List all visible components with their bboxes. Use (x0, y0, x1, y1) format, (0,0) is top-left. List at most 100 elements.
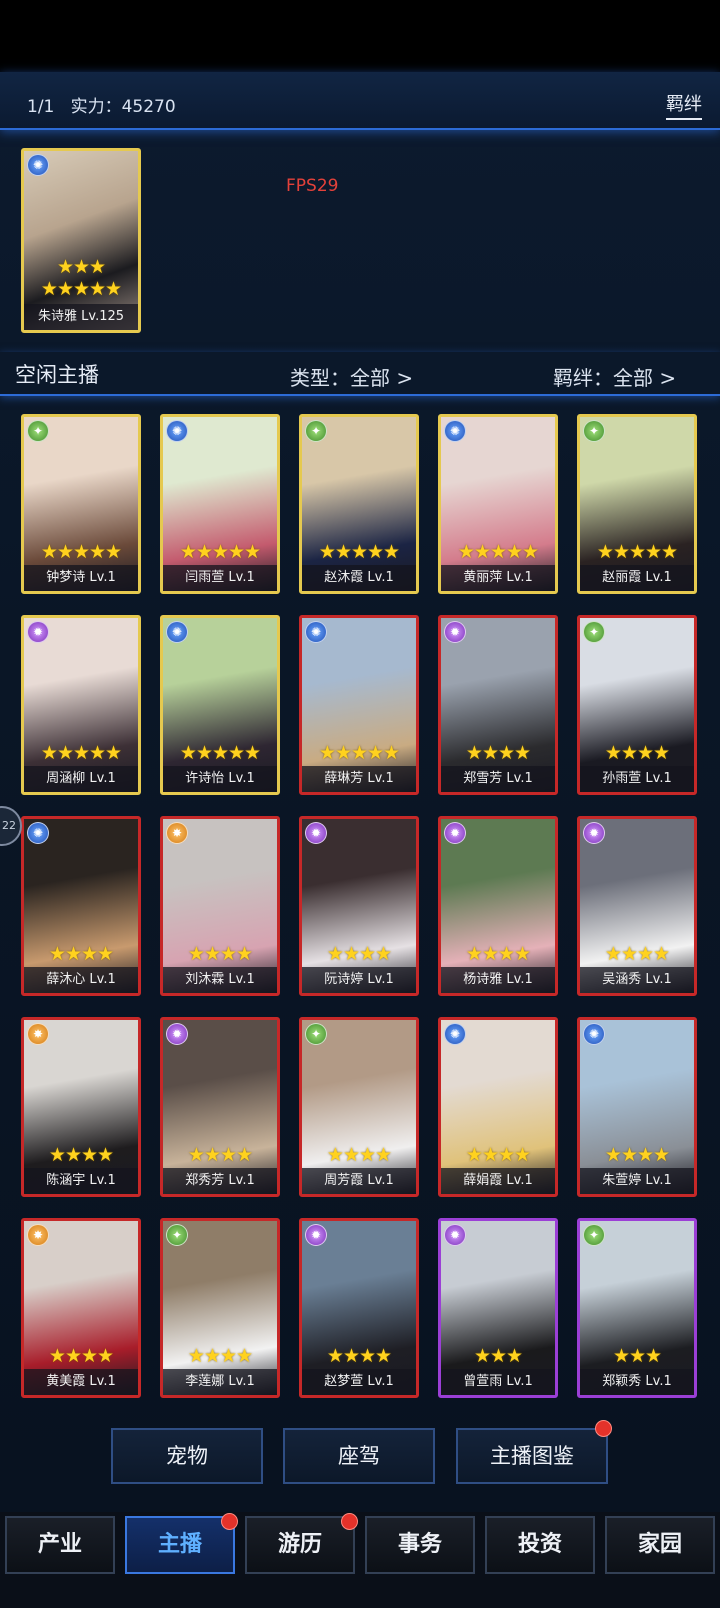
anchor-name-level: 李莲娜 Lv.1 (163, 1369, 277, 1395)
element-badge-icon: ✦ (583, 621, 605, 643)
element-badge-icon: ✹ (444, 1224, 466, 1246)
star-rating: ★★★ (612, 1345, 662, 1367)
nav-invest[interactable]: 投资 (485, 1516, 595, 1574)
bond-filter-dropdown[interactable]: 羁绊：全部 > (553, 362, 676, 391)
anchor-card[interactable]: ✦ ★★★ 郑颖秀 Lv.1 (577, 1218, 697, 1398)
anchor-card[interactable]: ✹ ★★★ 曾萱雨 Lv.1 (438, 1218, 558, 1398)
element-badge-icon: ✺ (444, 420, 466, 442)
anchor-card[interactable]: ✺ ★★★★★ 薛琳芳 Lv.1 (299, 615, 419, 795)
star-rating: ★★★★★ (179, 541, 261, 563)
anchor-name-level: 闫雨萱 Lv.1 (163, 565, 277, 591)
anchor-card[interactable]: ✹ ★★★★ 郑雪芳 Lv.1 (438, 615, 558, 795)
nav-industry[interactable]: 产业 (5, 1516, 115, 1574)
featured-anchor-card[interactable]: ✺ ★★★ ★★★★★ 朱诗雅 Lv.125 (21, 148, 141, 333)
star-rating: ★★★★ (326, 943, 392, 965)
anchor-card[interactable]: ✹ ★★★★ 吴涵秀 Lv.1 (577, 816, 697, 996)
element-badge-icon: ✺ (444, 1023, 466, 1045)
type-filter-dropdown[interactable]: 类型：全部 > (290, 362, 413, 391)
anchor-name-level: 郑颖秀 Lv.1 (580, 1369, 694, 1395)
nav-travel[interactable]: 游历 (245, 1516, 355, 1574)
anchor-card[interactable]: ✹ ★★★★ 阮诗婷 Lv.1 (299, 816, 419, 996)
anchor-name-level: 赵沐霞 Lv.1 (302, 565, 416, 591)
element-badge-icon: ✦ (166, 1224, 188, 1246)
featured-name: 朱诗雅 (37, 309, 77, 324)
featured-level: Lv.125 (81, 309, 125, 324)
anchor-card[interactable]: ✸ ★★★★ 刘沐霖 Lv.1 (160, 816, 280, 996)
power-label: 实力： (70, 97, 122, 117)
anchor-name-level: 阮诗婷 Lv.1 (302, 967, 416, 993)
element-badge-icon: ✺ (166, 621, 188, 643)
anchor-name-level: 薛娟霞 Lv.1 (441, 1168, 555, 1194)
anchor-card[interactable]: ✺ ★★★★★ 黄丽萍 Lv.1 (438, 414, 558, 594)
element-badge-icon: ✦ (305, 1023, 327, 1045)
status-area (0, 0, 720, 72)
star-rating: ★★★★ (187, 1345, 253, 1367)
star-rating: ★★★★ (48, 943, 114, 965)
anchor-card[interactable]: ✺ ★★★★★ 许诗怡 Lv.1 (160, 615, 280, 795)
star-rating: ★★★★ (465, 1144, 531, 1166)
anchor-name-level: 刘沐霖 Lv.1 (163, 967, 277, 993)
pet-button[interactable]: 宠物 (111, 1428, 263, 1484)
anchor-card[interactable]: ✺ ★★★★ 薛娟霞 Lv.1 (438, 1017, 558, 1197)
anchor-name-level: 钟梦诗 Lv.1 (24, 565, 138, 591)
star-rating: ★★★★ (187, 943, 253, 965)
anchor-name-level: 薛琳芳 Lv.1 (302, 766, 416, 792)
anchor-name-level: 许诗怡 Lv.1 (163, 766, 277, 792)
anchor-name-level: 郑秀芳 Lv.1 (163, 1168, 277, 1194)
anchor-card[interactable]: ✦ ★★★★ 孙雨萱 Lv.1 (577, 615, 697, 795)
nav-affairs[interactable]: 事务 (365, 1516, 475, 1574)
anchor-card[interactable]: ✹ ★★★★ 郑秀芳 Lv.1 (160, 1017, 280, 1197)
anchor-card[interactable]: ✺ ★★★★ 薛沐心 Lv.1 (21, 816, 141, 996)
element-badge-icon: ✹ (444, 822, 466, 844)
element-badge-icon: ✹ (27, 621, 49, 643)
anchor-card[interactable]: ✦ ★★★★★ 赵沐霞 Lv.1 (299, 414, 419, 594)
element-badge-icon: ✦ (305, 420, 327, 442)
anchor-card[interactable]: ✦ ★★★★ 李莲娜 Lv.1 (160, 1218, 280, 1398)
anchor-card[interactable]: ✦ ★★★★★ 赵丽霞 Lv.1 (577, 414, 697, 594)
anchor-name-level: 黄美霞 Lv.1 (24, 1369, 138, 1395)
star-rating: ★★★★ (604, 943, 670, 965)
mount-button[interactable]: 座驾 (283, 1428, 435, 1484)
star-rating: ★★★★ (465, 742, 531, 764)
header-summary: 1/1 实力：45270 (27, 92, 176, 117)
element-badge-icon: ✹ (444, 621, 466, 643)
idle-anchors-label: 空闲主播 (15, 363, 99, 387)
anchor-card[interactable]: ✹ ★★★★ 赵梦萱 Lv.1 (299, 1218, 419, 1398)
bond-link[interactable]: 羁绊 (666, 90, 702, 120)
anchor-card[interactable]: ✹ ★★★★★ 周涵柳 Lv.1 (21, 615, 141, 795)
anchor-name-level: 周芳霞 Lv.1 (302, 1168, 416, 1194)
anchor-gallery-button[interactable]: 主播图鉴 (456, 1428, 608, 1484)
anchor-card[interactable]: ✺ ★★★★ 朱萱婷 Lv.1 (577, 1017, 697, 1197)
gallery-notification-dot (595, 1420, 612, 1437)
anchor-card[interactable]: ✹ ★★★★ 杨诗雅 Lv.1 (438, 816, 558, 996)
anchor-card[interactable]: ✸ ★★★★ 黄美霞 Lv.1 (21, 1218, 141, 1398)
element-badge-icon: ✺ (583, 1023, 605, 1045)
anchor-card[interactable]: ✦ ★★★★ 周芳霞 Lv.1 (299, 1017, 419, 1197)
anchor-name-level: 郑雪芳 Lv.1 (441, 766, 555, 792)
element-badge-icon: ✸ (166, 822, 188, 844)
star-rating: ★★★★ (604, 742, 670, 764)
star-rating: ★★★★ (326, 1345, 392, 1367)
element-badge-icon: ✺ (305, 621, 327, 643)
featured-name-plate: 朱诗雅 Lv.125 (24, 304, 138, 330)
element-badge-icon: ✹ (305, 822, 327, 844)
anchor-name-level: 赵丽霞 Lv.1 (580, 565, 694, 591)
anchor-card[interactable]: ✸ ★★★★ 陈涵宇 Lv.1 (21, 1017, 141, 1197)
element-badge-icon: ✹ (305, 1224, 327, 1246)
anchor-name-level: 黄丽萍 Lv.1 (441, 565, 555, 591)
page-indicator: 1/1 (27, 97, 55, 117)
star-rating: ★★★ (473, 1345, 523, 1367)
element-badge-icon: ✹ (166, 1023, 188, 1045)
anchor-name-level: 陈涵宇 Lv.1 (24, 1168, 138, 1194)
anchor-name-level: 孙雨萱 Lv.1 (580, 766, 694, 792)
star-rating: ★★★★ (326, 1144, 392, 1166)
star-rating: ★★★★★ (318, 742, 400, 764)
nav-home[interactable]: 家园 (605, 1516, 715, 1574)
travel-notification-dot (341, 1513, 358, 1530)
element-badge-icon: ✦ (27, 420, 49, 442)
anchor-card[interactable]: ✺ ★★★★★ 闫雨萱 Lv.1 (160, 414, 280, 594)
anchor-card[interactable]: ✦ ★★★★★ 钟梦诗 Lv.1 (21, 414, 141, 594)
nav-anchor[interactable]: 主播 (125, 1516, 235, 1574)
star-rating: ★★★★ (48, 1345, 114, 1367)
anchor-name-level: 赵梦萱 Lv.1 (302, 1369, 416, 1395)
